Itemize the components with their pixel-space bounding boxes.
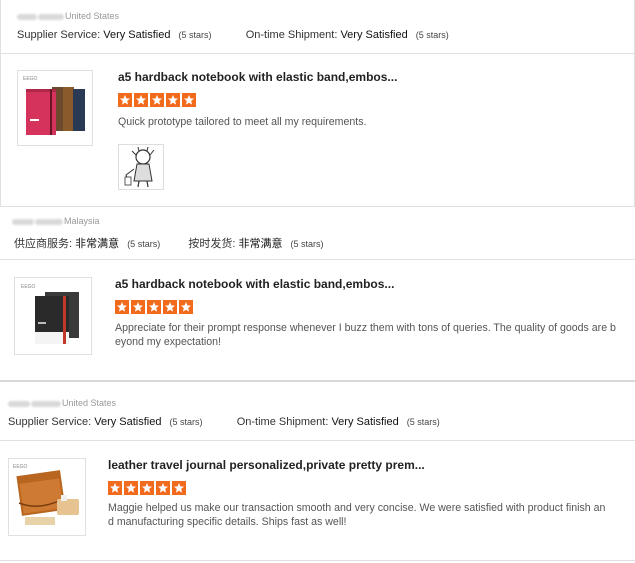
character-sketch-icon bbox=[124, 146, 155, 188]
shipment-label: On-time Shipment: bbox=[236, 416, 329, 428]
star-rating bbox=[115, 300, 195, 314]
star-icon bbox=[140, 481, 154, 495]
redacted-name-part bbox=[35, 218, 63, 225]
shipment-stars: (5 stars) bbox=[290, 239, 324, 249]
review-comment: Quick prototype tailored to meet all my … bbox=[118, 116, 367, 128]
redacted-name bbox=[12, 218, 34, 225]
supplier-service-stars: (5 stars) bbox=[178, 30, 212, 40]
product-thumbnail[interactable]: EEGO bbox=[8, 458, 86, 536]
shipment-value: Very Satisfied bbox=[331, 416, 399, 428]
star-icon bbox=[156, 481, 170, 495]
ratings-row: 供应商服务: 非常满意 (5 stars) 按时发货: 非常满意 (5 star… bbox=[14, 235, 324, 251]
star-icon bbox=[124, 481, 138, 495]
svg-text:EEGO: EEGO bbox=[23, 76, 38, 82]
review-card: Malaysia 供应商服务: 非常满意 (5 stars) 按时发货: 非常满… bbox=[0, 207, 635, 381]
buyer-info: United States bbox=[17, 11, 119, 21]
buyer-info: United States bbox=[8, 398, 116, 408]
star-rating bbox=[118, 93, 198, 107]
buyer-country: United States bbox=[62, 398, 117, 408]
divider bbox=[0, 560, 635, 561]
supplier-service-value: Very Satisfied bbox=[103, 29, 171, 41]
divider bbox=[0, 259, 635, 260]
review-comment-line: eyond my expectation! bbox=[115, 336, 221, 348]
review-attachment[interactable] bbox=[118, 144, 164, 190]
shipment-label: On-time Shipment: bbox=[245, 29, 338, 41]
notebook-dark-icon: EEGO bbox=[21, 284, 79, 344]
star-icon bbox=[166, 93, 180, 107]
star-icon bbox=[163, 300, 177, 314]
redacted-name-part bbox=[38, 13, 64, 20]
redacted-name-part bbox=[31, 400, 61, 407]
shipment-stars: (5 stars) bbox=[406, 417, 440, 427]
star-icon bbox=[179, 300, 193, 314]
review-comment: Appreciate for their prompt response whe… bbox=[115, 321, 630, 349]
supplier-service-label: 供应商服务: bbox=[14, 238, 73, 250]
star-icon bbox=[118, 93, 132, 107]
product-title[interactable]: a5 hardback notebook with elastic band,e… bbox=[115, 277, 394, 291]
product-thumbnail[interactable]: EEGO bbox=[14, 277, 92, 355]
star-icon bbox=[147, 300, 161, 314]
divider bbox=[0, 440, 635, 441]
redacted-name bbox=[17, 13, 37, 20]
buyer-info: Malaysia bbox=[12, 216, 100, 226]
product-thumbnail[interactable]: EEGO bbox=[17, 70, 93, 146]
supplier-service-label: Supplier Service: bbox=[8, 416, 92, 428]
supplier-service-value: 非常满意 bbox=[75, 238, 120, 250]
ratings-row: Supplier Service: Very Satisfied (5 star… bbox=[17, 29, 449, 41]
supplier-service-stars: (5 stars) bbox=[127, 239, 161, 249]
star-rating bbox=[108, 481, 188, 495]
svg-text:EEGO: EEGO bbox=[13, 464, 28, 470]
shipment-value: 非常满意 bbox=[238, 238, 283, 250]
shipment-label: 按时发货: bbox=[188, 238, 236, 250]
star-icon bbox=[172, 481, 186, 495]
star-icon bbox=[115, 300, 129, 314]
supplier-service-stars: (5 stars) bbox=[169, 417, 203, 427]
product-title[interactable]: a5 hardback notebook with elastic band,e… bbox=[118, 70, 397, 84]
redacted-name bbox=[8, 400, 30, 407]
review-comment-line: Appreciate for their prompt response whe… bbox=[115, 322, 616, 334]
star-icon bbox=[134, 93, 148, 107]
divider bbox=[1, 53, 634, 54]
shipment-stars: (5 stars) bbox=[415, 30, 449, 40]
star-icon bbox=[182, 93, 196, 107]
ratings-row: Supplier Service: Very Satisfied (5 star… bbox=[8, 416, 440, 428]
review-comment-line: d manufacturing specific details. Ships … bbox=[108, 516, 347, 528]
product-title[interactable]: leather travel journal personalized,priv… bbox=[108, 458, 425, 472]
review-comment-line: Maggie helped us make our transaction sm… bbox=[108, 502, 606, 514]
buyer-country: United States bbox=[65, 11, 120, 21]
review-card: United States Supplier Service: Very Sat… bbox=[0, 0, 635, 207]
svg-text:EEGO: EEGO bbox=[21, 284, 36, 290]
star-icon bbox=[108, 481, 122, 495]
buyer-country: Malaysia bbox=[64, 216, 100, 226]
leather-journal-icon: EEGO bbox=[13, 464, 79, 525]
supplier-service-value: Very Satisfied bbox=[94, 416, 162, 428]
supplier-service-label: Supplier Service: bbox=[17, 29, 101, 41]
review-comment: Maggie helped us make our transaction sm… bbox=[108, 501, 630, 529]
star-icon bbox=[150, 93, 164, 107]
notebooks-red-brown-icon: EEGO bbox=[23, 76, 85, 135]
review-card: United States Supplier Service: Very Sat… bbox=[0, 382, 635, 563]
shipment-value: Very Satisfied bbox=[340, 29, 408, 41]
star-icon bbox=[131, 300, 145, 314]
